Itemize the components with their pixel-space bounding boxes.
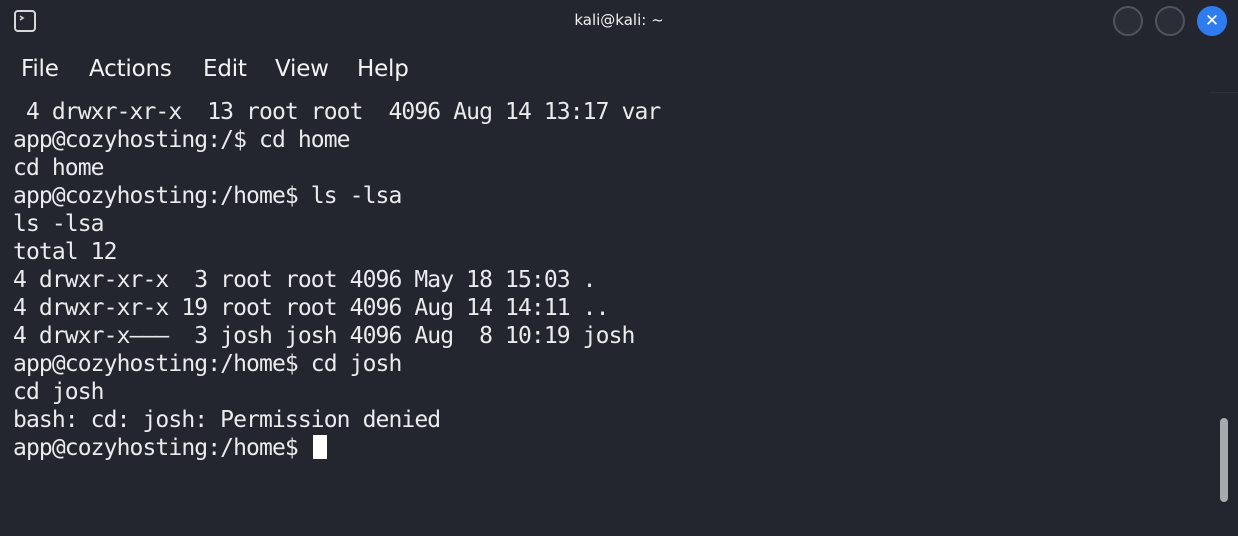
close-icon[interactable]: ✕ [1197,6,1227,36]
menu-bar: File Actions Edit View Help [0,44,1238,93]
terminal-line: cd josh [13,379,105,405]
minimize-icon[interactable] [1113,6,1143,36]
menu-edit[interactable]: Edit [203,56,247,82]
window-title: kali@kali: ~ [574,11,664,29]
terminal-line: 4 drwxr-xr-x 19 root root 4096 Aug 14 14… [13,295,609,321]
menu-file[interactable]: File [21,56,59,82]
terminal-line: app@cozyhosting:/$ cd home [13,127,351,153]
terminal-line: 4 drwxr-xr-x 13 root root 4096 Aug 14 13… [13,99,661,125]
terminal-line: ls -lsa [13,211,105,237]
terminal-prompt: app@cozyhosting:/home$ [13,435,311,461]
maximize-icon[interactable] [1155,6,1185,36]
terminal-line: cd home [13,155,105,181]
text-cursor [312,435,327,459]
terminal-prompt-line[interactable]: app@cozyhosting:/home$ [13,434,327,462]
terminal-line: bash: cd: josh: Permission denied [13,407,441,433]
terminal-line: 4 drwxr-x——— 3 josh josh 4096 Aug 8 10:1… [13,323,635,349]
terminal-line: app@cozyhosting:/home$ ls -lsa [13,183,402,209]
terminal-line: app@cozyhosting:/home$ cd josh [13,351,402,377]
terminal-line: total 12 [13,239,117,265]
menu-view[interactable]: View [275,56,329,82]
title-bar[interactable]: kali@kali: ~ ✕ [0,0,1238,44]
scrollbar-thumb[interactable] [1220,418,1228,502]
menu-help[interactable]: Help [357,56,409,82]
terminal-output[interactable]: 4 drwxr-xr-x 13 root root 4096 Aug 14 13… [0,92,1210,536]
terminal-window: kali@kali: ~ ✕ File Actions Edit View He… [0,0,1238,536]
menu-actions[interactable]: Actions [89,56,172,82]
terminal-line: 4 drwxr-xr-x 3 root root 4096 May 18 15:… [13,267,597,293]
scrollbar[interactable] [1214,92,1234,536]
